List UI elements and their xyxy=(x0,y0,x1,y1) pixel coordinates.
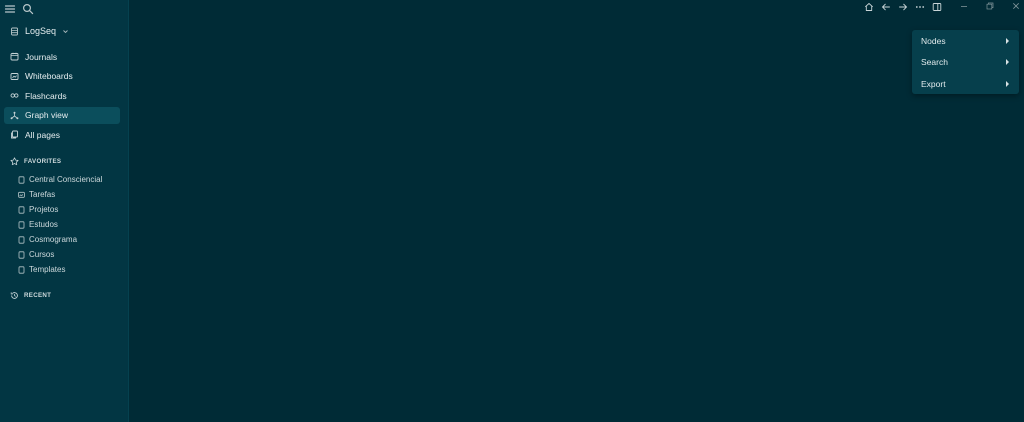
favorite-item[interactable]: Cosmograma xyxy=(18,232,102,247)
chevron-down-icon xyxy=(62,28,69,35)
favorite-label: Tarefas xyxy=(29,190,56,199)
favorite-label: Cursos xyxy=(29,250,55,259)
favorite-item[interactable]: Estudos xyxy=(18,217,102,232)
whiteboard-icon xyxy=(18,191,25,199)
sidebar-item-label: All pages xyxy=(25,129,60,140)
menu-icon[interactable] xyxy=(4,3,16,15)
favorite-label: Cosmograma xyxy=(29,235,78,244)
sidebar-item-flashcards[interactable]: Flashcards xyxy=(4,87,120,104)
search-icon[interactable] xyxy=(22,3,34,15)
favorite-item[interactable]: Central Consciencial xyxy=(18,172,102,187)
sidebar-item-graph-view[interactable]: Graph view xyxy=(4,106,120,124)
back-arrow-icon[interactable] xyxy=(881,2,891,12)
menu-item-export[interactable]: Export xyxy=(912,73,1019,95)
caret-right-icon xyxy=(1006,59,1009,66)
menu-item-nodes[interactable]: Nodes xyxy=(912,30,1019,52)
star-icon xyxy=(10,157,19,166)
sidebar-item-whiteboards[interactable]: Whiteboards xyxy=(4,68,120,85)
recent-title: RECENT xyxy=(24,292,52,299)
page-icon xyxy=(18,205,25,214)
more-options-icon[interactable] xyxy=(915,2,925,12)
graph-selector[interactable]: LogSeq xyxy=(10,26,69,36)
infinity-icon xyxy=(10,91,19,100)
sidebar-nav: Journals Whiteboards Flashcards Graph vi… xyxy=(4,48,120,146)
favorites-list: Central Consciencial Tarefas Projetos Es… xyxy=(18,172,102,277)
page-icon xyxy=(18,250,25,259)
favorite-item[interactable]: Cursos xyxy=(18,247,102,262)
page-icon xyxy=(18,265,25,274)
favorite-label: Projetos xyxy=(29,205,59,214)
caret-right-icon xyxy=(1006,37,1009,44)
graph-icon xyxy=(10,111,19,120)
calendar-icon xyxy=(10,52,19,61)
sidebar-item-label: Graph view xyxy=(25,110,68,120)
history-icon xyxy=(10,291,19,300)
caret-right-icon xyxy=(1006,80,1009,87)
sidebar-item-journals[interactable]: Journals xyxy=(4,48,120,65)
left-sidebar: LogSeq Journals Whiteboards Flashcards G… xyxy=(0,0,129,422)
graph-options-menu: Nodes Search Export xyxy=(912,30,1019,94)
favorite-label: Estudos xyxy=(29,220,58,229)
right-sidebar-toggle-icon[interactable] xyxy=(932,2,942,12)
graph-canvas[interactable] xyxy=(130,0,1024,422)
page-icon xyxy=(18,175,25,184)
favorite-label: Central Consciencial xyxy=(29,175,103,184)
sidebar-item-label: Whiteboards xyxy=(25,71,73,81)
page-icon xyxy=(18,235,25,244)
sidebar-top-icons xyxy=(4,3,34,15)
graph-name: LogSeq xyxy=(25,26,57,36)
favorites-title: FAVORITES xyxy=(24,158,62,165)
whiteboard-icon xyxy=(10,72,19,81)
minimize-icon[interactable] xyxy=(960,2,968,10)
page-icon xyxy=(18,220,25,229)
sidebar-item-label: Journals xyxy=(25,51,58,62)
sidebar-item-all-pages[interactable]: All pages xyxy=(4,126,120,143)
menu-item-label: Nodes xyxy=(921,35,946,46)
database-icon xyxy=(10,27,19,36)
forward-arrow-icon[interactable] xyxy=(898,2,908,12)
header-toolbar xyxy=(864,2,942,12)
favorite-item[interactable]: Tarefas xyxy=(18,187,102,202)
menu-item-label: Search xyxy=(921,57,948,68)
favorites-header[interactable]: FAVORITES xyxy=(10,157,61,166)
restore-icon[interactable] xyxy=(986,2,994,10)
favorite-label: Templates xyxy=(29,265,66,274)
favorite-item[interactable]: Projetos xyxy=(18,202,102,217)
menu-item-search[interactable]: Search xyxy=(912,52,1019,74)
window-controls xyxy=(960,2,1020,10)
close-icon[interactable] xyxy=(1012,2,1020,10)
sidebar-item-label: Flashcards xyxy=(25,90,67,101)
pages-icon xyxy=(10,130,19,139)
recent-header[interactable]: RECENT xyxy=(10,291,51,300)
home-icon[interactable] xyxy=(864,2,874,12)
favorite-item[interactable]: Templates xyxy=(18,262,102,277)
menu-item-label: Export xyxy=(921,78,946,89)
